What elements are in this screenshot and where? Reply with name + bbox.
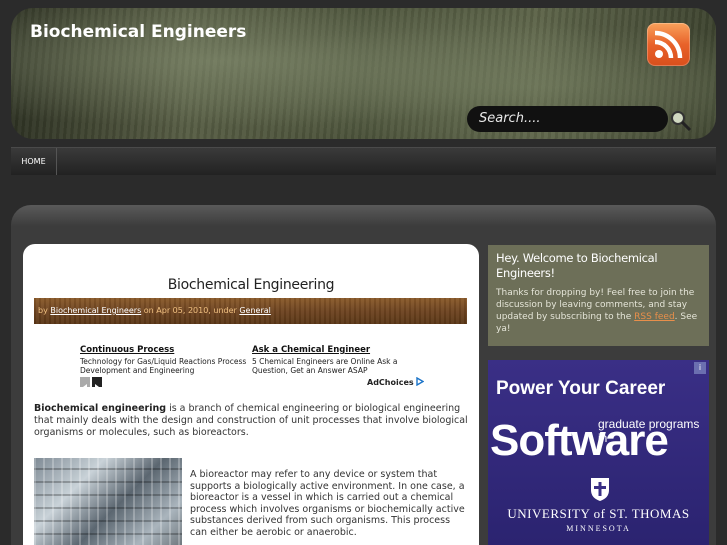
ad-unit[interactable]: Continuous Process Technology for Gas/Li…: [80, 345, 250, 375]
magnifier-icon[interactable]: [670, 110, 692, 132]
university-crest-icon: [589, 476, 611, 502]
site-title[interactable]: Biochemical Engineers: [30, 22, 246, 42]
intro-paragraph: Biochemical engineering is a branch of c…: [34, 403, 470, 439]
ad-next-icon[interactable]: [92, 377, 102, 390]
banner-subheading: graduate programs in: [598, 417, 700, 445]
bioreactor-photo: [34, 458, 182, 545]
main-nav: HOME: [11, 147, 716, 175]
content-shelf: [11, 205, 716, 227]
banner-state: MINNESOTA: [566, 524, 631, 533]
ad-prev-icon[interactable]: [80, 377, 90, 390]
ad-text: Technology for Gas/Liquid Reactions Proc…: [80, 357, 247, 375]
main-post-panel: Biochemical Engineering by Biochemical E…: [23, 244, 479, 545]
rss-feed-link[interactable]: RSS feed: [634, 312, 675, 322]
adchoices-text[interactable]: AdChoices: [367, 378, 414, 387]
search-input[interactable]: Search....: [467, 106, 668, 132]
author-link[interactable]: Biochemical Engineers: [50, 306, 141, 315]
adchoices-label[interactable]: AdChoices: [367, 376, 425, 387]
banner-headline: Power Your Career: [496, 378, 666, 399]
ad-banner[interactable]: i Power Your Career Software graduate pr…: [488, 360, 709, 545]
ad-title[interactable]: Ask a Chemical Engineer: [252, 345, 422, 355]
adchoices-icon: [416, 376, 425, 387]
welcome-title: Hey. Welcome to Biochemical Engineers!: [496, 251, 658, 280]
meta-date: on Apr 05, 2010, under: [143, 306, 237, 315]
intro-term: Biochemical engineering: [34, 403, 167, 414]
category-link[interactable]: General: [239, 306, 271, 315]
rss-feed-icon[interactable]: [647, 23, 690, 66]
bioreactor-paragraph: A bioreactor may refer to any device or …: [190, 469, 465, 538]
post-title[interactable]: Biochemical Engineering: [23, 277, 479, 293]
ad-info-icon[interactable]: i: [694, 362, 706, 374]
ad-pager: [80, 377, 104, 396]
welcome-box: Hey. Welcome to Biochemical Engineers! T…: [488, 245, 709, 346]
meta-by: by: [38, 306, 48, 315]
banner-university: UNIVERSITY of ST. THOMAS: [507, 506, 690, 521]
ad-title[interactable]: Continuous Process: [80, 345, 250, 355]
welcome-text: Thanks for dropping by! Feel free to joi…: [496, 287, 701, 335]
ad-text: 5 Chemical Engineers are Online Ask a Qu…: [252, 357, 398, 375]
nav-item-home[interactable]: HOME: [11, 148, 57, 175]
site-header: Biochemical Engineers Search....: [11, 8, 716, 139]
post-meta: by Biochemical Engineers on Apr 05, 2010…: [34, 298, 467, 324]
ad-unit[interactable]: Ask a Chemical Engineer 5 Chemical Engin…: [252, 345, 422, 375]
